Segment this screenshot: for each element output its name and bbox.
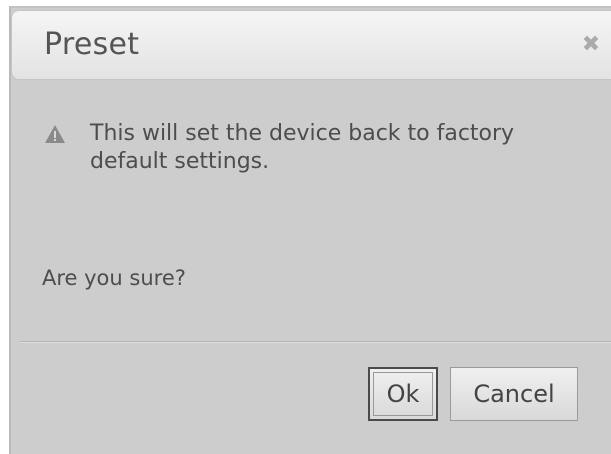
cancel-button[interactable]: Cancel [450,367,578,421]
footer-divider [20,341,611,343]
warning-message: This will set the device back to factory… [90,121,515,174]
confirmation-question: Are you sure? [42,266,186,290]
dialog-title: Preset [44,27,140,62]
warning-triangle-icon [45,125,65,143]
close-icon[interactable]: ✖ [581,33,601,57]
ok-button[interactable]: Ok [368,367,438,421]
dialog-titlebar: Preset ✖ [11,10,611,80]
